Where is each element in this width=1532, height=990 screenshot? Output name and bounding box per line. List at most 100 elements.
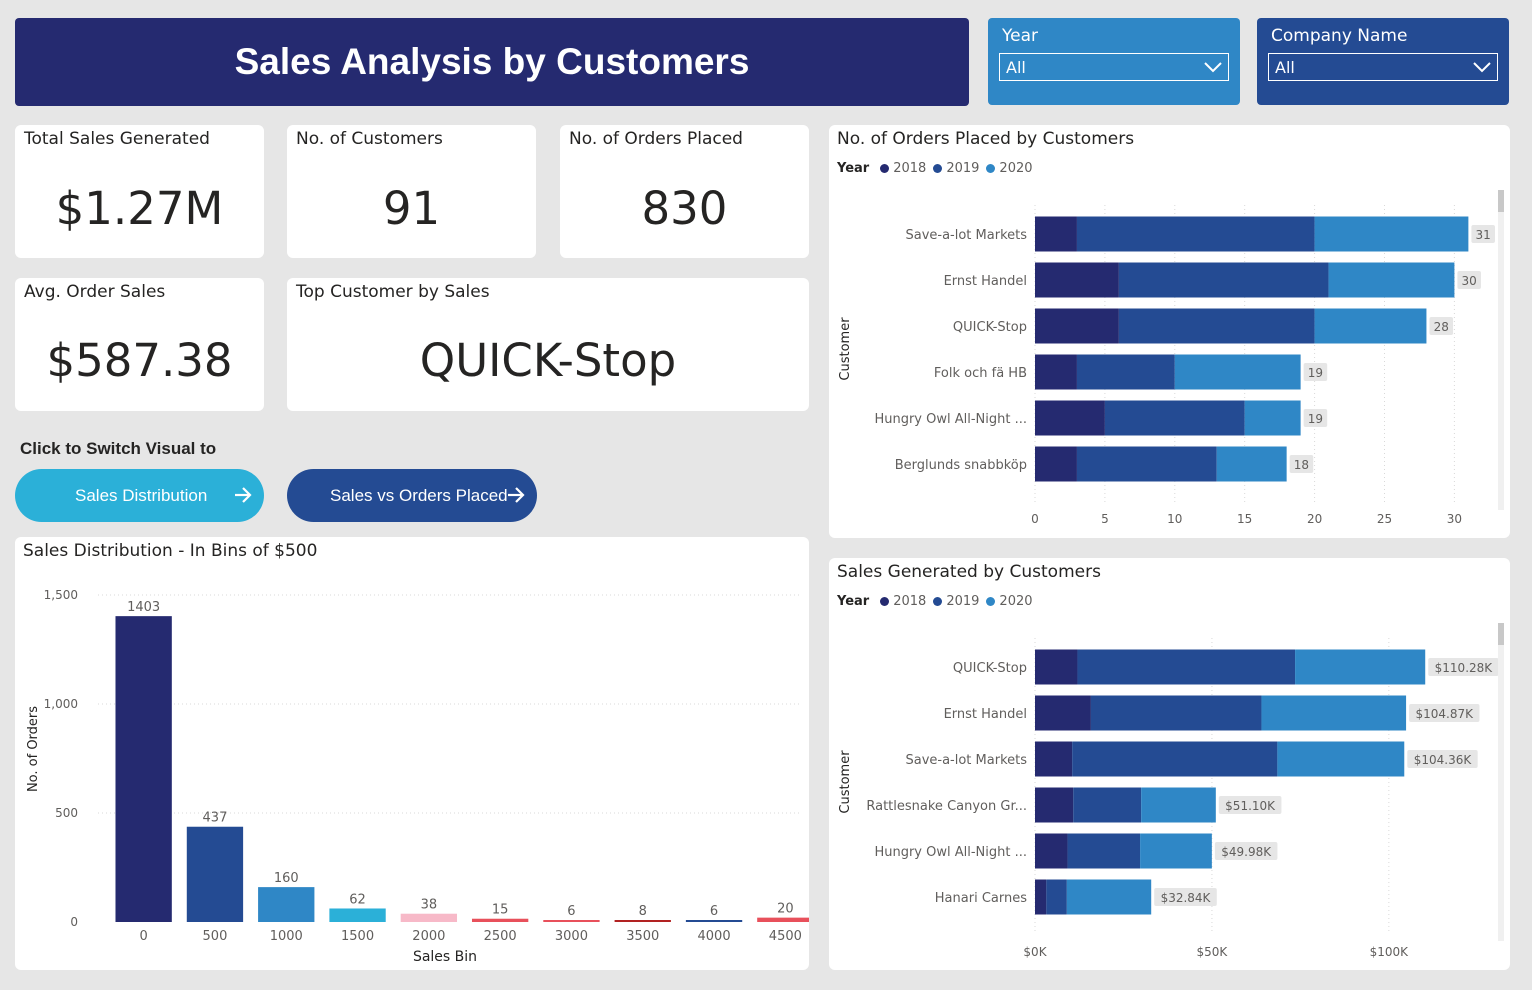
kpi-label: Avg. Order Sales	[24, 282, 166, 302]
y-axis-title: No. of Orders	[26, 706, 41, 792]
bar-segment-2020	[1295, 649, 1426, 685]
bar-segment-2018	[1035, 649, 1078, 685]
x-tick-label: 30	[1447, 512, 1462, 526]
bar-segment-2020	[1140, 833, 1212, 869]
x-tick-label: 20	[1307, 512, 1322, 526]
bar-segment-2020	[1174, 354, 1301, 390]
kpi-value: $587.38	[46, 334, 233, 387]
data-label: 62	[349, 892, 366, 907]
bar	[543, 920, 600, 922]
y-tick-label: Hanari Carnes	[935, 891, 1027, 906]
bar-segment-2018	[1035, 833, 1068, 869]
bar-segment-2019	[1076, 354, 1175, 390]
y-tick-label: Hungry Owl All-Night ...	[874, 845, 1027, 860]
x-tick-label: 4500	[769, 929, 802, 944]
sales-vs-orders-button[interactable]: Sales vs Orders Placed	[287, 469, 537, 522]
orders-by-customer-chart: 0 5 10 15 20 25 30 Save-a-lot Markets 31 Ernst Ha…	[838, 205, 1495, 526]
year-dropdown[interactable]: All	[999, 53, 1229, 81]
y-tick-label: QUICK-Stop	[953, 320, 1027, 335]
bar	[614, 920, 671, 922]
bar-segment-2020	[1141, 787, 1216, 823]
data-label: 28	[1434, 320, 1449, 334]
sales-distribution-card: Sales Distribution - In Bins of $500 0 50…	[15, 537, 809, 970]
scrollbar[interactable]	[1498, 190, 1504, 510]
x-tick-label: 1500	[341, 929, 374, 944]
bar-segment-2018	[1035, 879, 1047, 915]
x-tick-label: 3500	[626, 929, 659, 944]
bar-segment-2018	[1035, 262, 1119, 298]
bar-segment-2020	[1314, 216, 1469, 252]
sales-distribution-button[interactable]: Sales Distribution	[15, 469, 264, 522]
year-dropdown-value: All	[1006, 58, 1026, 77]
data-label: $110.28K	[1435, 661, 1494, 675]
bar-segment-2019	[1076, 446, 1217, 482]
x-axis-title: Sales Bin	[413, 949, 477, 965]
bar-segment-2020	[1277, 741, 1405, 777]
data-label: 31	[1476, 228, 1491, 242]
bar-segment-2018	[1035, 741, 1073, 777]
page-title: Sales Analysis by Customers	[15, 18, 969, 106]
kpi-value: QUICK-Stop	[419, 334, 677, 387]
year-slicer: Year All	[988, 18, 1240, 105]
bar-segment-2020	[1261, 695, 1407, 731]
kpi-avg-order: Avg. Order Sales $587.38	[15, 278, 264, 411]
scrollbar-thumb[interactable]	[1498, 190, 1504, 212]
company-slicer-label: Company Name	[1271, 26, 1408, 46]
button-label: Sales vs Orders Placed	[330, 486, 508, 505]
x-tick-label: 4000	[698, 929, 731, 944]
kpi-value: $1.27M	[55, 182, 224, 235]
bar-segment-2018	[1035, 354, 1077, 390]
data-label: 20	[777, 902, 794, 917]
sales-by-customer-card: Sales Generated by Customers Year 2018 2…	[829, 558, 1510, 970]
bar-segment-2020	[1244, 400, 1301, 436]
bar-segment-2020	[1216, 446, 1287, 482]
x-tick-label: 25	[1377, 512, 1392, 526]
y-tick-label: 0	[70, 915, 78, 929]
bar-segment-2019	[1077, 649, 1296, 685]
kpi-top-customer: Top Customer by Sales QUICK-Stop	[287, 278, 809, 411]
x-tick-label: 10	[1167, 512, 1182, 526]
sales-distribution-chart: 0 500 1,000 1,500 1403 0 437 500 160 1000 62 1500 38…	[26, 588, 809, 965]
bar-segment-2018	[1035, 695, 1091, 731]
chevron-down-icon	[1204, 62, 1222, 73]
x-tick-label: 0	[1031, 512, 1039, 526]
scrollbar-thumb[interactable]	[1498, 623, 1504, 645]
x-tick-label: 1000	[270, 929, 303, 944]
company-slicer: Company Name All	[1257, 18, 1509, 105]
bar	[329, 908, 386, 922]
x-tick-label: 15	[1237, 512, 1252, 526]
bar	[471, 918, 529, 922]
x-tick-label: 5	[1101, 512, 1109, 526]
bar-segment-2019	[1104, 400, 1245, 436]
x-tick-label: 500	[203, 929, 228, 944]
bar-segment-2019	[1090, 695, 1262, 731]
company-dropdown[interactable]: All	[1268, 53, 1498, 81]
y-axis-title: Customer	[838, 750, 853, 814]
data-label: 19	[1308, 412, 1323, 426]
x-tick-label: $100K	[1370, 945, 1410, 959]
data-label: 19	[1308, 366, 1323, 380]
y-tick-label: Berglunds snabbköp	[895, 458, 1027, 473]
y-tick-label: Ernst Handel	[944, 707, 1027, 722]
orders-by-customer-card: No. of Orders Placed by Customers Year 2…	[829, 125, 1510, 538]
kpi-label: No. of Customers	[296, 129, 443, 149]
kpi-orders: No. of Orders Placed 830	[560, 125, 809, 258]
y-tick-label: Ernst Handel	[944, 274, 1027, 289]
bar-segment-2019	[1073, 787, 1142, 823]
data-label: 437	[203, 811, 228, 826]
y-tick-label: Hungry Owl All-Night ...	[874, 412, 1027, 427]
y-tick-label: Save-a-lot Markets	[905, 753, 1027, 768]
data-label: $104.87K	[1416, 707, 1475, 721]
data-label: 15	[492, 903, 509, 918]
y-tick-label: Folk och fä HB	[934, 366, 1027, 381]
data-label: 6	[567, 904, 575, 919]
bar-segment-2019	[1118, 262, 1329, 298]
button-label: Sales Distribution	[75, 486, 208, 505]
arrow-right-icon	[508, 487, 525, 503]
scrollbar[interactable]	[1498, 623, 1504, 941]
data-label: 1403	[127, 600, 160, 615]
sales-by-customer-chart: $0K $50K $100K QUICK-Stop $110.28K Ernst Hand…	[838, 638, 1499, 959]
data-label: 38	[421, 898, 438, 913]
data-label: $32.84K	[1161, 891, 1212, 905]
bar-segment-2018	[1035, 308, 1119, 344]
